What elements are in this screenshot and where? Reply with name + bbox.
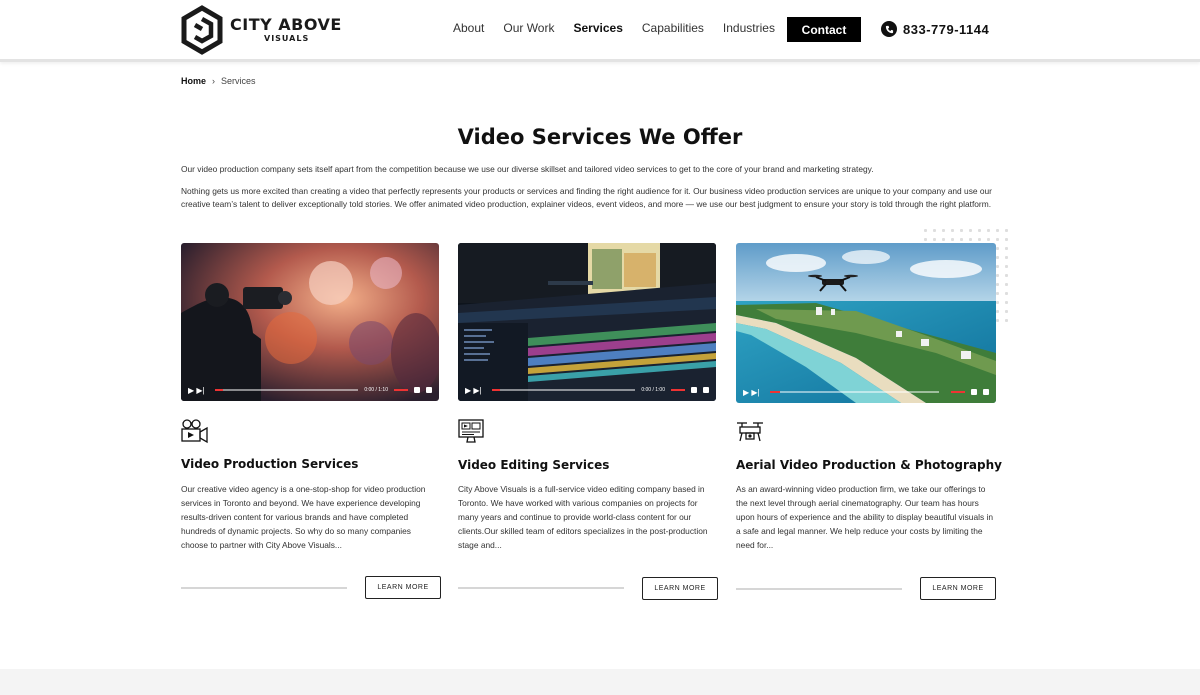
- play-icon[interactable]: ▶ ▶|: [465, 386, 482, 395]
- fullscreen-icon[interactable]: [414, 387, 420, 393]
- brand-logo[interactable]: CITY ABOVE VISUALS: [180, 5, 342, 55]
- intro-paragraph-2: Nothing gets us more excited than creati…: [181, 186, 992, 209]
- divider: [181, 587, 347, 589]
- video-thumbnail: [458, 243, 716, 401]
- video-controls: ▶ ▶|: [736, 381, 996, 403]
- play-icon[interactable]: ▶ ▶|: [188, 386, 205, 395]
- learn-more-button[interactable]: LEARN MORE: [365, 576, 441, 599]
- page-title: Video Services We Offer: [457, 125, 743, 149]
- site-header: CITY ABOVE VISUALS About Our Work Servic…: [0, 0, 1200, 62]
- settings-icon[interactable]: [703, 387, 709, 393]
- fullscreen-icon[interactable]: [691, 387, 697, 393]
- nav-item-about[interactable]: About: [453, 21, 484, 35]
- breadcrumb-current: Services: [221, 76, 256, 86]
- breadcrumb-home[interactable]: Home: [181, 76, 206, 86]
- divider: [736, 588, 902, 590]
- logo-hexagon-icon: [181, 5, 223, 55]
- video-controls: ▶ ▶| 0:00 / 1:00: [458, 379, 716, 401]
- video-time: 0:00 / 1:10: [364, 387, 388, 393]
- play-icon[interactable]: ▶ ▶|: [743, 388, 760, 397]
- nav-item-our-work[interactable]: Our Work: [503, 21, 554, 35]
- settings-icon[interactable]: [983, 389, 989, 395]
- video-time: 0:00 / 1:00: [641, 387, 665, 393]
- video-controls: ▶ ▶| 0:00 / 1:10: [181, 379, 439, 401]
- contact-button[interactable]: Contact: [787, 17, 861, 42]
- main-nav: About Our Work Services Capabilities Ind…: [453, 21, 794, 35]
- video-thumbnail: [181, 243, 439, 401]
- service-description: City Above Visuals is a full-service vid…: [458, 484, 708, 550]
- phone-number: 833-779-1144: [903, 21, 990, 37]
- service-title: Video Production Services: [181, 457, 359, 471]
- phone-link[interactable]: 833-779-1144: [881, 21, 989, 37]
- brand-subname: VISUALS: [264, 34, 310, 43]
- volume-slider[interactable]: [671, 389, 685, 391]
- volume-slider[interactable]: [951, 391, 965, 393]
- learn-more-button[interactable]: LEARN MORE: [642, 577, 718, 600]
- service-description: As an award-winning video production fir…: [736, 484, 993, 550]
- service-title: Video Editing Services: [458, 458, 610, 472]
- drone-icon: [737, 422, 763, 442]
- video-progress-bar[interactable]: [769, 391, 939, 393]
- settings-icon[interactable]: [426, 387, 432, 393]
- service-description: Our creative video agency is a one-stop-…: [181, 484, 426, 550]
- fullscreen-icon[interactable]: [971, 389, 977, 395]
- service-card-editing: ▶ ▶| 0:00 / 1:00 Video Editing Services …: [458, 243, 718, 603]
- video-progress-bar[interactable]: [491, 389, 636, 391]
- video-player-editing[interactable]: ▶ ▶| 0:00 / 1:00: [458, 243, 716, 401]
- service-card-production: ▶ ▶| 0:00 / 1:10 Video Production Servic…: [181, 243, 441, 603]
- volume-slider[interactable]: [394, 389, 408, 391]
- video-thumbnail: [736, 243, 996, 403]
- video-player-aerial[interactable]: ▶ ▶|: [736, 243, 996, 403]
- nav-item-industries[interactable]: Industries: [723, 21, 775, 35]
- video-player-production[interactable]: ▶ ▶| 0:00 / 1:10: [181, 243, 439, 401]
- footer-band: [0, 669, 1200, 695]
- intro-paragraph-1: Our video production company sets itself…: [181, 164, 874, 174]
- brand-name: CITY ABOVE: [230, 15, 342, 34]
- video-camera-icon: [181, 419, 208, 444]
- breadcrumb: Home › Services: [181, 76, 256, 86]
- phone-icon: [881, 21, 897, 37]
- nav-item-services[interactable]: Services: [573, 21, 622, 35]
- service-card-aerial: ▶ ▶| Aerial Video Production & Photograp…: [736, 243, 1002, 603]
- learn-more-button[interactable]: LEARN MORE: [920, 577, 996, 600]
- breadcrumb-chevron-icon: ›: [212, 76, 216, 86]
- divider: [458, 587, 624, 589]
- editing-monitor-icon: [458, 419, 484, 443]
- service-title: Aerial Video Production & Photography: [736, 458, 1002, 472]
- video-progress-bar[interactable]: [214, 389, 359, 391]
- nav-item-capabilities[interactable]: Capabilities: [642, 21, 704, 35]
